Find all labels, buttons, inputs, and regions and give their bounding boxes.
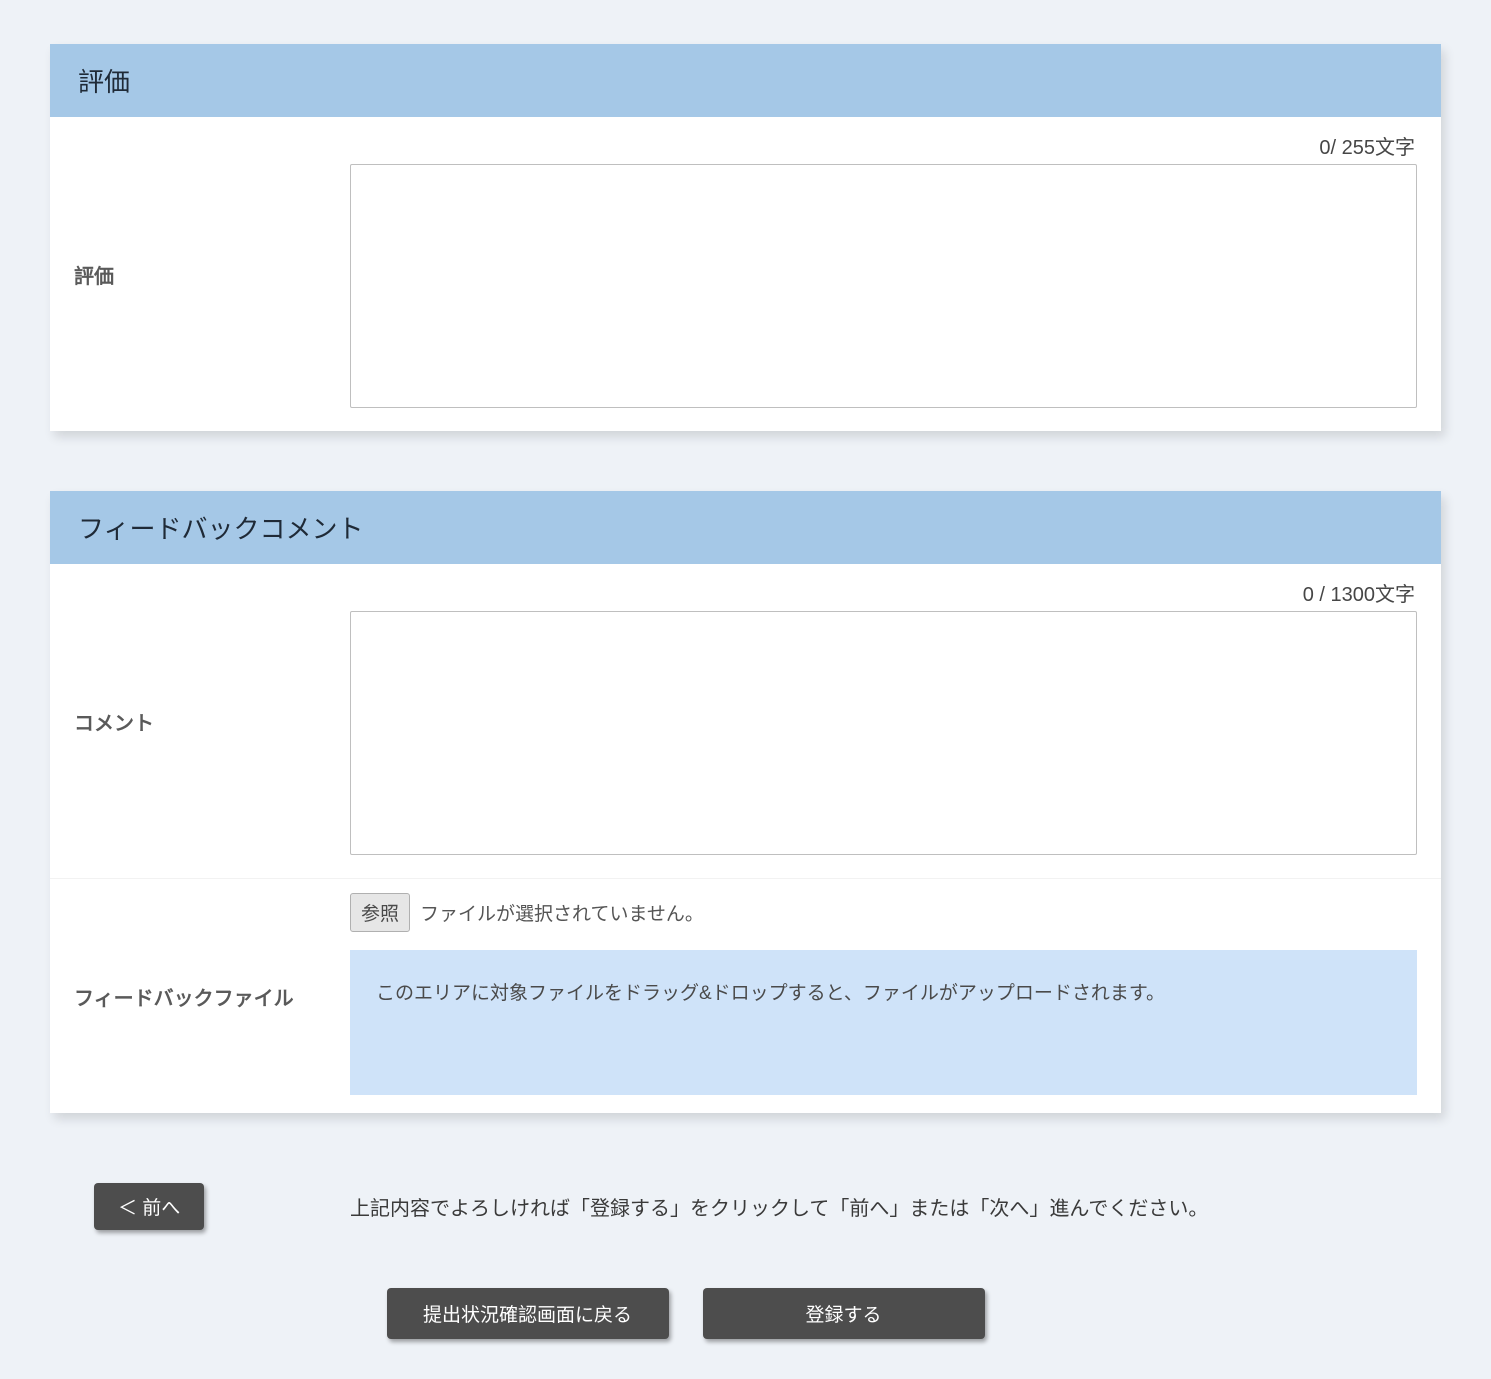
evaluation-row-label: 評価 [50,117,350,431]
comment-row: コメント 0 / 1300文字 [50,564,1441,878]
no-file-selected-text: ファイルが選択されていません。 [420,899,704,926]
evaluation-card-header: 評価 [50,44,1441,117]
actions-area: ＜ 前へ 上記内容でよろしければ「登録する」をクリックして「前へ」または「次へ」… [50,1183,1441,1339]
comment-textarea[interactable] [350,611,1417,855]
comment-char-counter: 0 / 1300文字 [350,578,1417,607]
file-drop-zone[interactable]: このエリアに対象ファイルをドラッグ&ドロップすると、ファイルがアップロードされま… [350,950,1417,1095]
feedback-file-row: フィードバックファイル 参照 ファイルが選択されていません。 このエリアに対象フ… [50,878,1441,1113]
feedback-card: フィードバックコメント コメント 0 / 1300文字 フィードバックファイル … [50,491,1441,1113]
comment-row-label: コメント [50,564,350,878]
evaluation-char-counter: 0/ 255文字 [350,131,1417,160]
evaluation-row: 評価 0/ 255文字 [50,117,1441,431]
feedback-card-header: フィードバックコメント [50,491,1441,564]
prev-button[interactable]: ＜ 前へ [94,1183,204,1230]
submit-button[interactable]: 登録する [703,1288,985,1339]
evaluation-card: 評価 評価 0/ 255文字 [50,44,1441,431]
instruction-text: 上記内容でよろしければ「登録する」をクリックして「前へ」または「次へ」進んでくだ… [350,1192,1208,1221]
back-to-status-button[interactable]: 提出状況確認画面に戻る [387,1288,669,1339]
feedback-file-row-label: フィードバックファイル [50,879,350,1113]
evaluation-textarea[interactable] [350,164,1417,408]
browse-button[interactable]: 参照 [350,893,410,932]
